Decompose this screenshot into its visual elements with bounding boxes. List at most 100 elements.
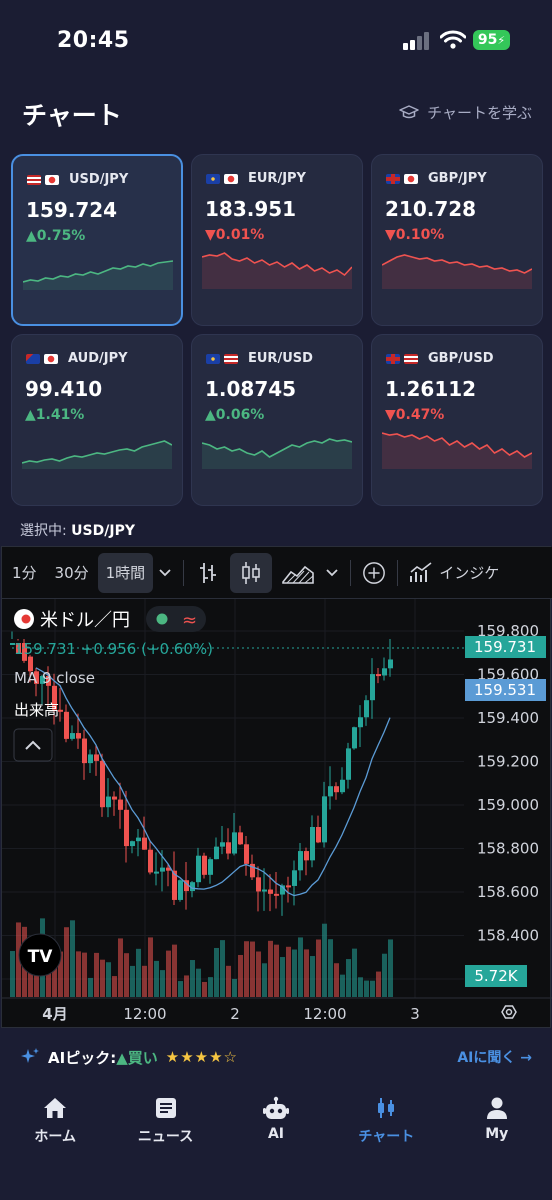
price-tick: 159.000 [477, 796, 539, 814]
tradingview-logo[interactable]: TV [18, 933, 62, 977]
page-title: チャート [22, 101, 122, 130]
volume-bar [388, 939, 393, 997]
interval-1m-button[interactable]: 1分 [7, 553, 42, 593]
card-change: ▲0.06% [205, 407, 265, 423]
time-axis: 4月 12:00 2 12:00 3 [42, 1005, 419, 1023]
candle-body [118, 799, 123, 810]
nav-news[interactable]: ニュース [110, 1084, 220, 1200]
volume-bar [250, 941, 255, 997]
volume-bar [340, 974, 345, 997]
ma-indicator-label[interactable]: MA 9 close [14, 669, 95, 687]
nav-my[interactable]: My [442, 1084, 552, 1200]
chart-type-dropdown[interactable] [320, 553, 344, 593]
candlestick-icon [378, 1098, 395, 1118]
nav-label: ホーム [34, 1129, 76, 1145]
volume-bar [196, 968, 201, 997]
currency-card-gbp-usd[interactable]: GBP/USD 1.26112 ▼0.47% [371, 334, 543, 506]
flag-eu-icon [206, 353, 220, 364]
chevron-down-icon [159, 568, 171, 576]
candle-body [76, 733, 81, 739]
card-pair-name: USD/JPY [69, 172, 129, 187]
ai-pick-summary: AIピック:▲買い ★★★★☆ [20, 1047, 238, 1068]
candle-body [106, 796, 111, 808]
toolbar-divider [397, 559, 399, 586]
nav-chart[interactable]: チャート [331, 1084, 441, 1200]
ai-pick-bar: AIピック:▲買い ★★★★☆ AIに聞く → [0, 1034, 552, 1080]
candle-body [100, 760, 105, 808]
add-compare-button[interactable] [357, 553, 391, 593]
card-change: ▲0.75% [26, 228, 86, 244]
nav-label: ニュース [137, 1129, 194, 1145]
candlestick-icon [242, 561, 260, 584]
candle-body [358, 717, 363, 728]
candle-body [208, 859, 213, 875]
indicators-button[interactable]: インジケ [404, 553, 504, 593]
collapse-legend-button[interactable] [13, 728, 53, 762]
sparkline-area [202, 439, 352, 469]
bar-chart-type-button[interactable] [190, 553, 226, 593]
symbol-legend[interactable]: 米ドル／円 ≈ [14, 606, 206, 632]
candle-chart-type-button[interactable] [230, 552, 273, 593]
candle-body [220, 842, 225, 847]
ask-ai-link[interactable]: AIに聞く → [457, 1047, 532, 1067]
volume-bar [328, 939, 333, 997]
volume-bar [232, 978, 237, 997]
card-change: ▼0.47% [385, 407, 445, 423]
currency-card-eur-jpy[interactable]: EUR/JPY 183.951 ▼0.01% [191, 154, 363, 326]
volume-bar [244, 941, 249, 997]
flag-jp-icon [404, 173, 418, 184]
candle-body [202, 855, 207, 875]
volume-bar [364, 980, 369, 997]
card-price: 210.728 [385, 197, 477, 221]
volume-bar [268, 940, 273, 997]
learn-chart-link[interactable]: チャートを学ぶ [399, 102, 532, 123]
candle-body [154, 871, 159, 874]
currency-card-gbp-jpy[interactable]: GBP/JPY 210.728 ▼0.10% [371, 154, 543, 326]
rating-stars: ★★★★☆ [165, 1048, 238, 1066]
currency-card-eur-usd[interactable]: EUR/USD 1.08745 ▲0.06% [191, 334, 363, 506]
volume-bar [124, 953, 129, 997]
card-price: 159.724 [26, 198, 118, 222]
card-pair-name: EUR/JPY [248, 171, 306, 186]
time-tick: 4月 [42, 1005, 67, 1023]
sparkline-chart [23, 260, 173, 290]
flag-jp-icon [224, 173, 238, 184]
person-icon [486, 1097, 507, 1119]
volume-bar [226, 965, 231, 997]
currency-card-aud-jpy[interactable]: AUD/JPY 99.410 ▲1.41% [11, 334, 183, 506]
volume-bar [256, 951, 261, 997]
volume-bar [280, 957, 285, 997]
volume-bar [346, 959, 351, 997]
interval-30m-button[interactable]: 30分 [50, 553, 94, 593]
sparkline-chart [382, 254, 532, 289]
candlestick-chart[interactable]: 159.800159.600159.400159.200159.000158.8… [2, 599, 552, 1029]
tv-logo-icon: TV [28, 947, 54, 967]
volume-bar [88, 977, 93, 997]
toolbar-divider [350, 559, 352, 586]
volume-bar [262, 963, 267, 997]
volume-bar [166, 950, 171, 997]
volume-bar [274, 944, 279, 997]
flag-au-icon [26, 353, 40, 364]
candle-body [268, 889, 273, 894]
candle-body [322, 796, 327, 843]
candle-body [142, 837, 147, 850]
tradingview-chart[interactable]: 1分 30分 1時間 インジケ 159.800 159.600 159.400 … [1, 546, 552, 1029]
currency-card-usd-jpy[interactable]: USD/JPY 159.724 ▲0.75% [11, 154, 183, 326]
interval-dropdown[interactable] [153, 553, 177, 593]
nav-label: My [485, 1126, 509, 1142]
area-chart-type-button[interactable] [276, 553, 320, 593]
interval-1h-button[interactable]: 1時間 [97, 552, 154, 593]
flag-jp-icon [45, 174, 59, 185]
volume-bar [130, 965, 135, 997]
home-icon [44, 1098, 67, 1118]
chart-settings-button[interactable] [501, 1005, 517, 1019]
volume-indicator-label[interactable]: 出来高 [14, 701, 59, 719]
toolbar-divider [183, 559, 185, 586]
chevron-down-icon [326, 568, 338, 576]
candle-body [244, 844, 249, 864]
indicators-icon [410, 561, 432, 582]
nav-ai[interactable]: AI [221, 1084, 331, 1200]
chart-area[interactable]: 159.800 159.600 159.400 159.200 159.000 158.8… [2, 599, 552, 1029]
nav-home[interactable]: ホーム [0, 1084, 110, 1200]
